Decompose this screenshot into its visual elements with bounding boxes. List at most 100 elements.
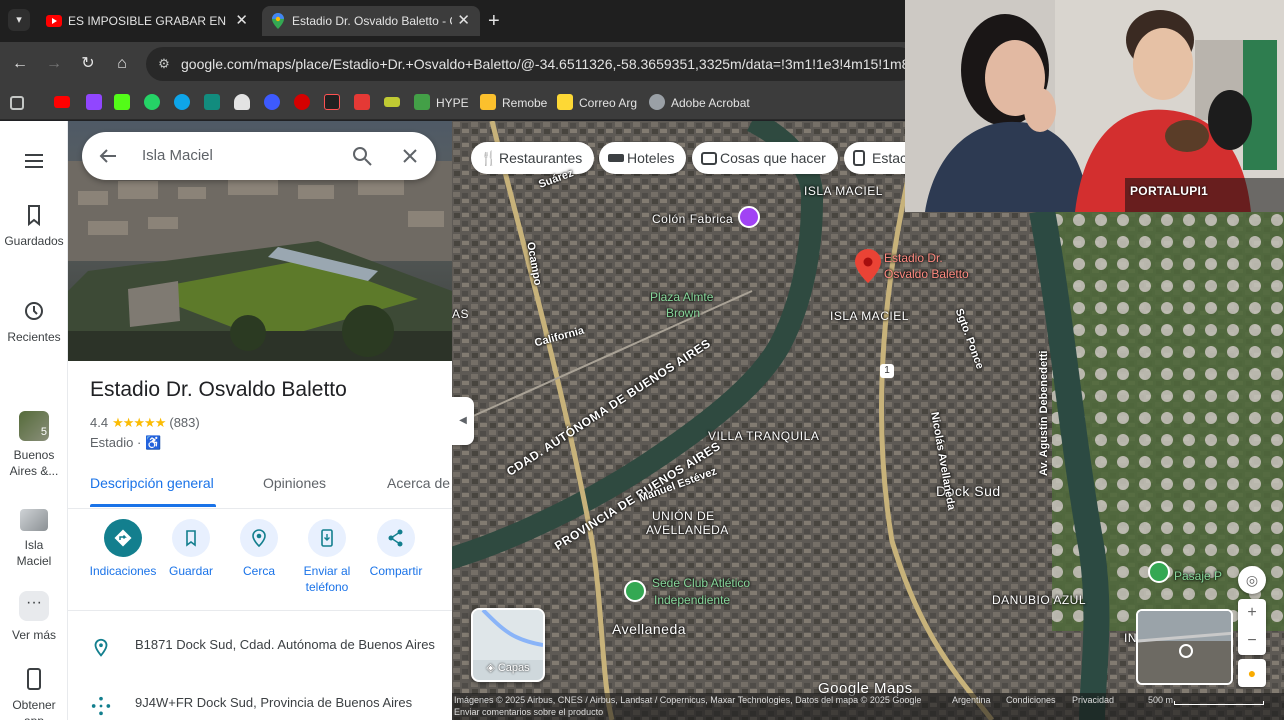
pegman-icon: ● [1247, 665, 1257, 681]
rating-row[interactable]: 4.4 ★★★★★ (883) [90, 415, 200, 431]
youtube-icon [54, 96, 70, 108]
ghost-icon [234, 94, 250, 110]
layers-button[interactable]: ◈ Capas [471, 608, 545, 682]
bookmark-red-game[interactable] [294, 93, 316, 113]
bookmark-a-logo[interactable] [324, 93, 346, 113]
collapse-panel-button[interactable]: ◀ [452, 397, 474, 445]
place-photo[interactable]: Isla Maciel [68, 121, 452, 361]
bookmark-battery[interactable] [384, 93, 406, 113]
map-label[interactable]: Colón Fabrica [652, 212, 733, 226]
my-location-button[interactable]: ◎ [1238, 566, 1266, 594]
site-info-icon[interactable]: ⚙ [154, 54, 174, 74]
zoom-in-button[interactable]: + [1238, 599, 1266, 627]
bookmark-edge[interactable] [174, 93, 196, 113]
bookmark-whatsapp[interactable] [144, 93, 166, 113]
home-icon[interactable]: ⌂ [110, 52, 134, 76]
location-pin-icon [94, 638, 108, 657]
bookmark-twitch[interactable] [86, 93, 108, 113]
rail-recent[interactable]: Recientes [0, 299, 68, 345]
count-badge: 5 [40, 426, 47, 438]
feedback-link[interactable]: Enviar comentarios sobre el producto [454, 707, 603, 717]
action-label: Indicaciones [89, 564, 157, 578]
map-label[interactable]: Osvaldo Baletto [884, 267, 969, 281]
back-arrow-icon[interactable]: ← [8, 52, 32, 76]
bookmark-remobe[interactable]: Remobe [480, 93, 547, 113]
zoom-out-button[interactable]: − [1238, 627, 1266, 655]
map-label[interactable]: Sede Club Atlético [652, 576, 750, 590]
layers-text: Capas [497, 662, 530, 674]
rail-saved[interactable]: Guardados [0, 203, 68, 249]
nearby-button[interactable]: Cerca [223, 519, 295, 579]
bookmark-m-logo[interactable] [354, 93, 376, 113]
rail-get-app[interactable]: Obtener app [0, 667, 68, 720]
map-label[interactable]: Plaza Almte [650, 290, 713, 304]
bookmark-download[interactable] [264, 93, 286, 113]
webcam-video [905, 0, 1284, 212]
bookmark-kick[interactable] [114, 93, 136, 113]
search-input[interactable]: Isla Maciel [142, 132, 213, 180]
apps-icon[interactable] [10, 93, 30, 113]
rail-recent-buenos-aires[interactable]: 5 Buenos Aires &... [0, 411, 68, 479]
tab-overview[interactable]: Descripción general [90, 475, 214, 491]
rail-recent-isla-maciel[interactable]: Isla Maciel [0, 509, 68, 569]
save-button[interactable]: Guardar [155, 519, 227, 579]
close-icon[interactable] [398, 144, 422, 168]
directions-button[interactable]: Indicaciones [87, 519, 159, 579]
action-label: Enviar al teléfono [303, 564, 351, 594]
address-bar[interactable]: ⚙ google.com/maps/place/Estadio+Dr.+Osva… [146, 47, 916, 81]
street-view-preview[interactable] [1136, 609, 1233, 685]
bookmark-adobe[interactable]: Adobe Acrobat [649, 93, 750, 113]
tab-title: Estadio Dr. Osvaldo Baletto - G [292, 14, 452, 28]
tab-google-maps[interactable]: Estadio Dr. Osvaldo Baletto - G ✕ [262, 6, 480, 36]
tab-about[interactable]: Acerca de [387, 475, 450, 491]
search-icon[interactable] [350, 144, 374, 168]
place-category: Estadio · [90, 435, 142, 450]
close-icon[interactable]: ✕ [457, 6, 470, 36]
terms-link[interactable]: Condiciones [1006, 695, 1056, 705]
restaurant-icon: 🍴 [480, 150, 498, 166]
street-view-thumbnail [1138, 611, 1231, 683]
map-label[interactable]: Independiente [654, 593, 730, 607]
privacy-link[interactable]: Privacidad [1072, 695, 1114, 705]
close-icon[interactable]: ✕ [235, 6, 248, 36]
forward-arrow-icon[interactable]: → [42, 52, 66, 76]
bookmark-label: Remobe [502, 96, 548, 110]
reload-icon[interactable]: ↻ [76, 52, 100, 76]
share-button[interactable]: Compartir [360, 519, 432, 579]
more-icon: ··· [19, 591, 49, 621]
chip-things-to-do[interactable]: Cosas que hacer [692, 142, 838, 174]
layers-icon: ◈ [486, 662, 495, 674]
map-label[interactable]: Pasaje P [1174, 569, 1222, 583]
map-label[interactable]: Brown [666, 306, 700, 320]
webcam-overlay: PORTALUPI1 [905, 0, 1284, 212]
history-icon [25, 302, 43, 320]
menu-icon [25, 154, 43, 168]
rail-more[interactable]: ··· Ver más [0, 591, 68, 643]
phone-icon [308, 519, 346, 557]
scale-label[interactable]: 500 m [1148, 695, 1173, 705]
tab-search-button[interactable]: ▾ [8, 9, 30, 31]
bookmark-correo[interactable]: Correo Arg [557, 93, 637, 113]
review-count[interactable]: (883) [169, 415, 199, 430]
tab-reviews[interactable]: Opiniones [263, 475, 326, 491]
whatsapp-icon [144, 94, 160, 110]
bookmark-hype[interactable]: HYPE [414, 93, 469, 113]
tab-youtube[interactable]: ES IMPOSIBLE GRABAR EN ESTE ✕ [38, 6, 258, 36]
chip-hotels[interactable]: Hoteles [599, 142, 687, 174]
bookmark-ghost[interactable] [234, 93, 256, 113]
bookmark-label: Adobe Acrobat [671, 96, 750, 110]
url-text[interactable]: google.com/maps/place/Estadio+Dr.+Osvald… [181, 47, 906, 81]
search-box[interactable]: Isla Maciel [82, 132, 436, 180]
chip-restaurants[interactable]: 🍴 Restaurantes [471, 142, 595, 174]
map-label[interactable]: Estadio Dr. [884, 251, 943, 265]
bookmark-youtube[interactable] [54, 93, 76, 113]
imagery-credits: Imágenes © 2025 Airbus, CNES / Airbus, L… [454, 695, 922, 705]
bookmark-whatsapp-web[interactable] [204, 93, 226, 113]
nearby-icon [240, 519, 278, 557]
back-arrow-icon[interactable] [96, 144, 120, 168]
pegman-button[interactable]: ● [1238, 659, 1266, 687]
new-tab-button[interactable]: + [488, 6, 500, 36]
menu-button[interactable] [0, 149, 68, 179]
send-to-phone-button[interactable]: Enviar al teléfono [291, 519, 363, 595]
country-link[interactable]: Argentina [952, 695, 991, 705]
